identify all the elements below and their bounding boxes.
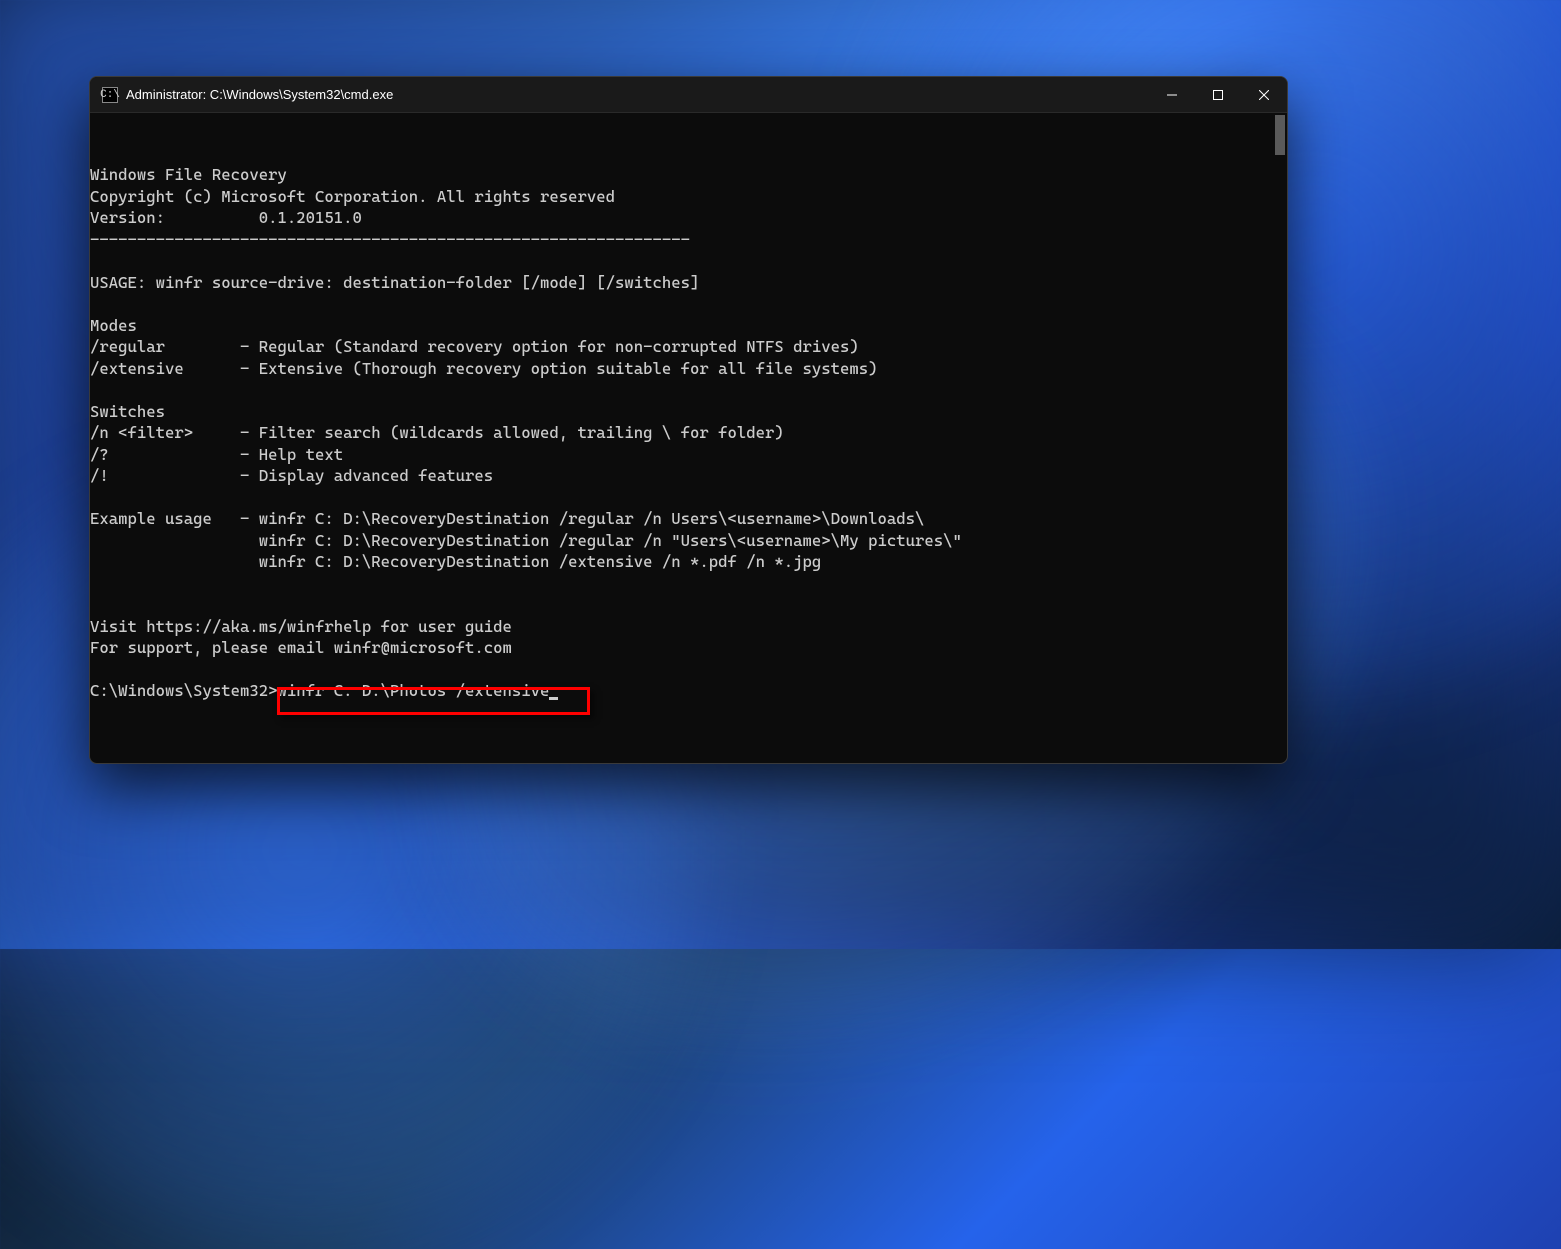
terminal-line: For support, please email winfr@microsof…	[90, 637, 1287, 659]
terminal-line: winfr C: D:\RecoveryDestination /regular…	[90, 530, 1287, 552]
terminal-line: Windows File Recovery	[90, 164, 1287, 186]
terminal-line: Visit https://aka.ms/winfrhelp for user …	[90, 616, 1287, 638]
cursor	[549, 697, 558, 700]
terminal-line: Copyright (c) Microsoft Corporation. All…	[90, 186, 1287, 208]
titlebar[interactable]: C:\ Administrator: C:\Windows\System32\c…	[90, 77, 1287, 113]
terminal-line	[90, 379, 1287, 401]
maximize-button[interactable]	[1195, 77, 1241, 112]
terminal-line: Version: 0.1.20151.0	[90, 207, 1287, 229]
terminal-line: USAGE: winfr source-drive: destination-f…	[90, 272, 1287, 294]
terminal-line	[90, 293, 1287, 315]
terminal-line: /extensive - Extensive (Thorough recover…	[90, 358, 1287, 380]
terminal-line	[90, 659, 1287, 681]
cmd-icon: C:\	[102, 87, 118, 103]
close-icon	[1259, 90, 1269, 100]
terminal-line	[90, 594, 1287, 616]
terminal-line: ----------------------------------------…	[90, 229, 1287, 251]
minimize-button[interactable]	[1149, 77, 1195, 112]
minimize-icon	[1167, 90, 1177, 100]
window-title: Administrator: C:\Windows\System32\cmd.e…	[126, 87, 1149, 102]
terminal-line	[90, 250, 1287, 272]
window-controls	[1149, 77, 1287, 112]
scrollbar-thumb[interactable]	[1275, 115, 1285, 155]
terminal-line	[90, 487, 1287, 509]
prompt-text: C:\Windows\System32>	[90, 681, 278, 700]
terminal-line: /regular - Regular (Standard recovery op…	[90, 336, 1287, 358]
terminal-line: /? - Help text	[90, 444, 1287, 466]
prompt-line: C:\Windows\System32>winfr C: D:\Photos /…	[90, 680, 1287, 702]
terminal-line: Switches	[90, 401, 1287, 423]
terminal-line: Example usage - winfr C: D:\RecoveryDest…	[90, 508, 1287, 530]
terminal-area[interactable]: Windows File RecoveryCopyright (c) Micro…	[90, 113, 1287, 763]
terminal-line: Modes	[90, 315, 1287, 337]
close-button[interactable]	[1241, 77, 1287, 112]
cmd-window: C:\ Administrator: C:\Windows\System32\c…	[89, 76, 1288, 764]
maximize-icon	[1213, 90, 1223, 100]
terminal-output: Windows File RecoveryCopyright (c) Micro…	[90, 164, 1287, 702]
terminal-line	[90, 573, 1287, 595]
terminal-line: /! - Display advanced features	[90, 465, 1287, 487]
terminal-line: /n <filter> - Filter search (wildcards a…	[90, 422, 1287, 444]
typed-command: winfr C: D:\Photos /extensive	[278, 681, 550, 700]
terminal-line: winfr C: D:\RecoveryDestination /extensi…	[90, 551, 1287, 573]
